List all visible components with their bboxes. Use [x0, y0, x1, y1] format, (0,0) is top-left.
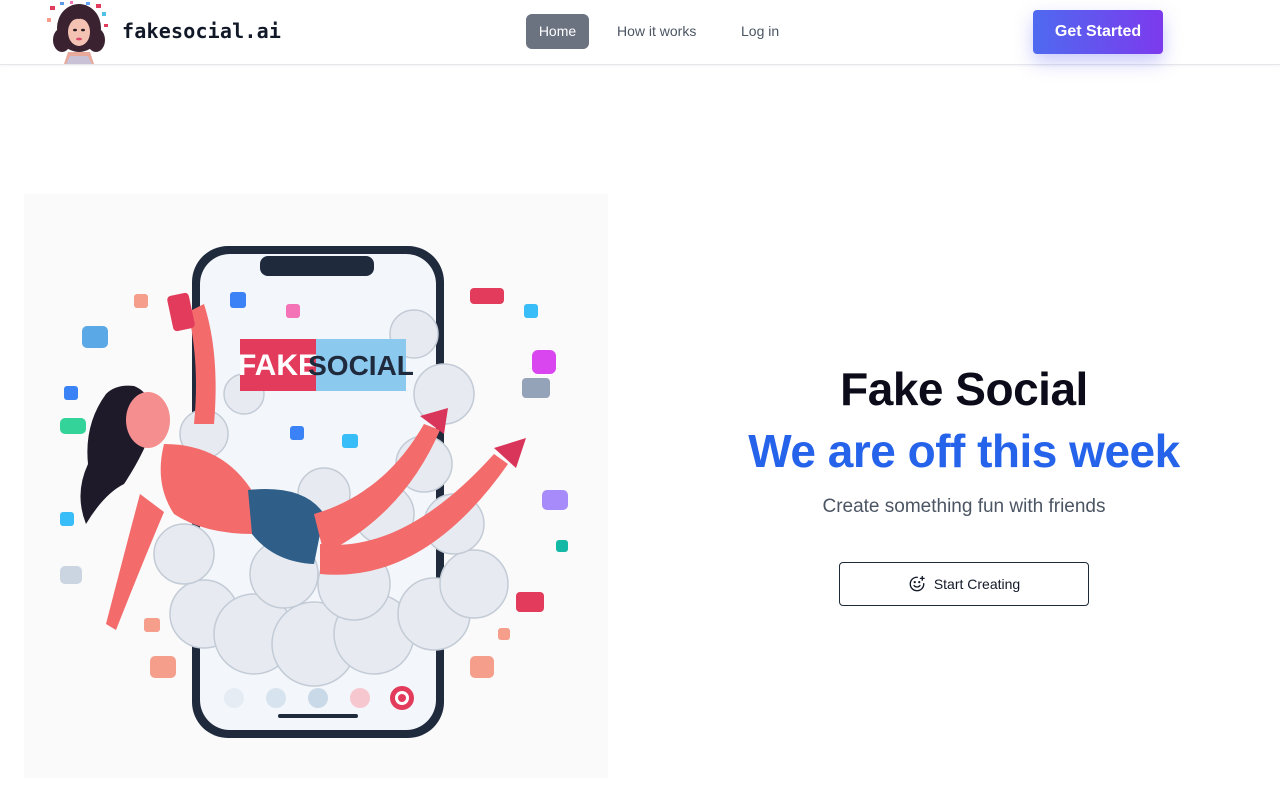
get-started-button[interactable]: Get Started	[1033, 10, 1163, 54]
fake-logo-text: FAKE	[238, 349, 318, 382]
top-nav-bar: fakesocial.ai Home How it works Log in G…	[0, 0, 1280, 65]
smile-plus-icon	[909, 575, 925, 592]
woman-avatar-logo-icon[interactable]	[44, 0, 114, 64]
social-logo-text: SOCIAL	[308, 350, 414, 381]
brand-name[interactable]: fakesocial.ai	[122, 19, 281, 43]
nav-how-it-works-link[interactable]: How it works	[617, 14, 696, 49]
hero-title: Fake Social	[840, 363, 1088, 415]
nav-home-tab[interactable]: Home	[526, 14, 589, 49]
nav-login-link[interactable]: Log in	[741, 14, 779, 49]
phone-social-illustration-icon: FAKE SOCIAL	[24, 194, 608, 778]
hero-illustration: FAKE SOCIAL	[24, 194, 608, 778]
start-creating-button[interactable]: Start Creating	[839, 562, 1089, 606]
hero-text-section: Fake Social We are off this week Create …	[664, 360, 1264, 606]
hero-subtitle: We are off this week	[748, 424, 1180, 477]
hero-tagline: Create something fun with friends	[822, 495, 1106, 517]
start-creating-label: Start Creating	[933, 576, 1021, 592]
